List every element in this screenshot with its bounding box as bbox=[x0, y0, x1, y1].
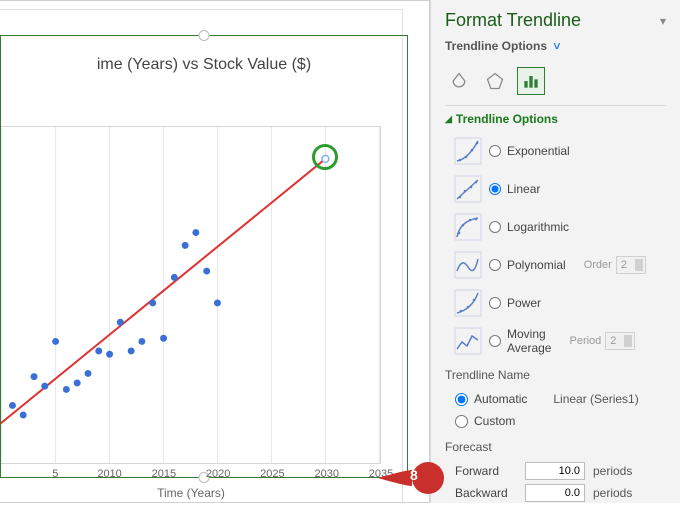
label-name-custom: Custom bbox=[474, 414, 515, 428]
forecast-forward-row: Forward periods bbox=[455, 460, 666, 482]
sheet-grid-row bbox=[0, 9, 403, 10]
radio-logarithmic[interactable] bbox=[489, 221, 501, 233]
radio-name-custom[interactable] bbox=[455, 415, 468, 428]
forecast-backward-row: Backward periods bbox=[455, 482, 666, 504]
section-label: Trendline Options bbox=[456, 112, 558, 126]
chevron-down-icon: ˅ bbox=[553, 39, 560, 53]
unit-periods-backward: periods bbox=[593, 486, 632, 500]
chart-title[interactable]: ime (Years) vs Stock Value ($) bbox=[1, 36, 407, 80]
radio-name-automatic[interactable] bbox=[455, 393, 468, 406]
name-automatic-row[interactable]: Automatic Linear (Series1) bbox=[455, 388, 666, 410]
plot-area[interactable] bbox=[1, 126, 381, 464]
forecast-header: Forecast bbox=[445, 440, 666, 454]
chart-object[interactable]: ime (Years) vs Stock Value ($) bbox=[0, 35, 408, 478]
moving-average-icon bbox=[453, 326, 483, 356]
x-tick-label: 2020 bbox=[206, 468, 230, 480]
label-polynomial: Polynomial bbox=[507, 258, 566, 272]
trendline-options-tab-icon[interactable] bbox=[517, 67, 545, 95]
label-linear: Linear bbox=[507, 182, 540, 196]
radio-power[interactable] bbox=[489, 297, 501, 309]
chart-pane: ime (Years) vs Stock Value ($) bbox=[0, 0, 430, 503]
pane-menu-icon[interactable]: ▾ bbox=[660, 14, 666, 28]
plot-svg bbox=[1, 127, 380, 463]
label-name-automatic: Automatic bbox=[474, 392, 527, 406]
x-tick-label: 5 bbox=[52, 468, 58, 480]
auto-name-value: Linear (Series1) bbox=[553, 392, 638, 406]
x-tick-label: 2025 bbox=[260, 468, 284, 480]
option-linear[interactable]: Linear bbox=[453, 172, 666, 206]
pane-subtitle-label: Trendline Options bbox=[445, 39, 547, 53]
annotation-circle bbox=[312, 144, 338, 170]
label-power: Power bbox=[507, 296, 541, 310]
logarithmic-icon bbox=[453, 212, 483, 242]
resize-handle-top[interactable] bbox=[199, 30, 210, 41]
option-power[interactable]: Power bbox=[453, 286, 666, 320]
x-axis-label[interactable]: Time (Years) bbox=[1, 486, 381, 500]
x-tick-label: 2030 bbox=[314, 468, 338, 480]
order-spinner[interactable]: 2 bbox=[616, 256, 646, 274]
format-trendline-pane: Format Trendline ▾ Trendline Options ˅ bbox=[430, 0, 680, 503]
fill-line-tab-icon[interactable] bbox=[445, 67, 473, 95]
unit-periods-forward: periods bbox=[593, 464, 632, 478]
option-logarithmic[interactable]: Logarithmic bbox=[453, 210, 666, 244]
pane-subtitle[interactable]: Trendline Options ˅ bbox=[445, 39, 666, 53]
trendline-name-header: Trendline Name bbox=[445, 368, 666, 382]
option-exponential[interactable]: Exponential bbox=[453, 134, 666, 168]
radio-linear[interactable] bbox=[489, 183, 501, 195]
collapse-triangle-icon: ◢ bbox=[445, 114, 452, 125]
radio-moving-average[interactable] bbox=[489, 335, 501, 347]
radio-exponential[interactable] bbox=[489, 145, 501, 157]
polynomial-icon bbox=[453, 250, 483, 280]
pane-title: Format Trendline bbox=[445, 10, 581, 31]
effects-tab-icon[interactable] bbox=[481, 67, 509, 95]
option-moving-average[interactable]: MovingAverage Period 2 bbox=[453, 324, 666, 358]
linear-icon bbox=[453, 174, 483, 204]
label-period: Period bbox=[569, 335, 601, 347]
x-tick-label: 2010 bbox=[97, 468, 121, 480]
exponential-icon bbox=[453, 136, 483, 166]
label-logarithmic: Logarithmic bbox=[507, 220, 569, 234]
section-trendline-options[interactable]: ◢ Trendline Options bbox=[445, 112, 666, 126]
x-axis-ticks: 5201020152020202520302035 bbox=[1, 468, 381, 482]
period-spinner[interactable]: 2 bbox=[605, 332, 635, 350]
option-polynomial[interactable]: Polynomial Order 2 bbox=[453, 248, 666, 282]
label-moving-average: MovingAverage bbox=[507, 327, 551, 355]
input-backward[interactable] bbox=[525, 484, 585, 502]
power-icon bbox=[453, 288, 483, 318]
label-order: Order bbox=[584, 259, 612, 271]
label-forward: Forward bbox=[455, 464, 517, 478]
name-custom-row[interactable]: Custom bbox=[455, 410, 666, 432]
label-exponential: Exponential bbox=[507, 144, 570, 158]
x-tick-label: 2035 bbox=[369, 468, 393, 480]
radio-polynomial[interactable] bbox=[489, 259, 501, 271]
input-forward[interactable] bbox=[525, 462, 585, 480]
label-backward: Backward bbox=[455, 486, 517, 500]
x-tick-label: 2015 bbox=[152, 468, 176, 480]
